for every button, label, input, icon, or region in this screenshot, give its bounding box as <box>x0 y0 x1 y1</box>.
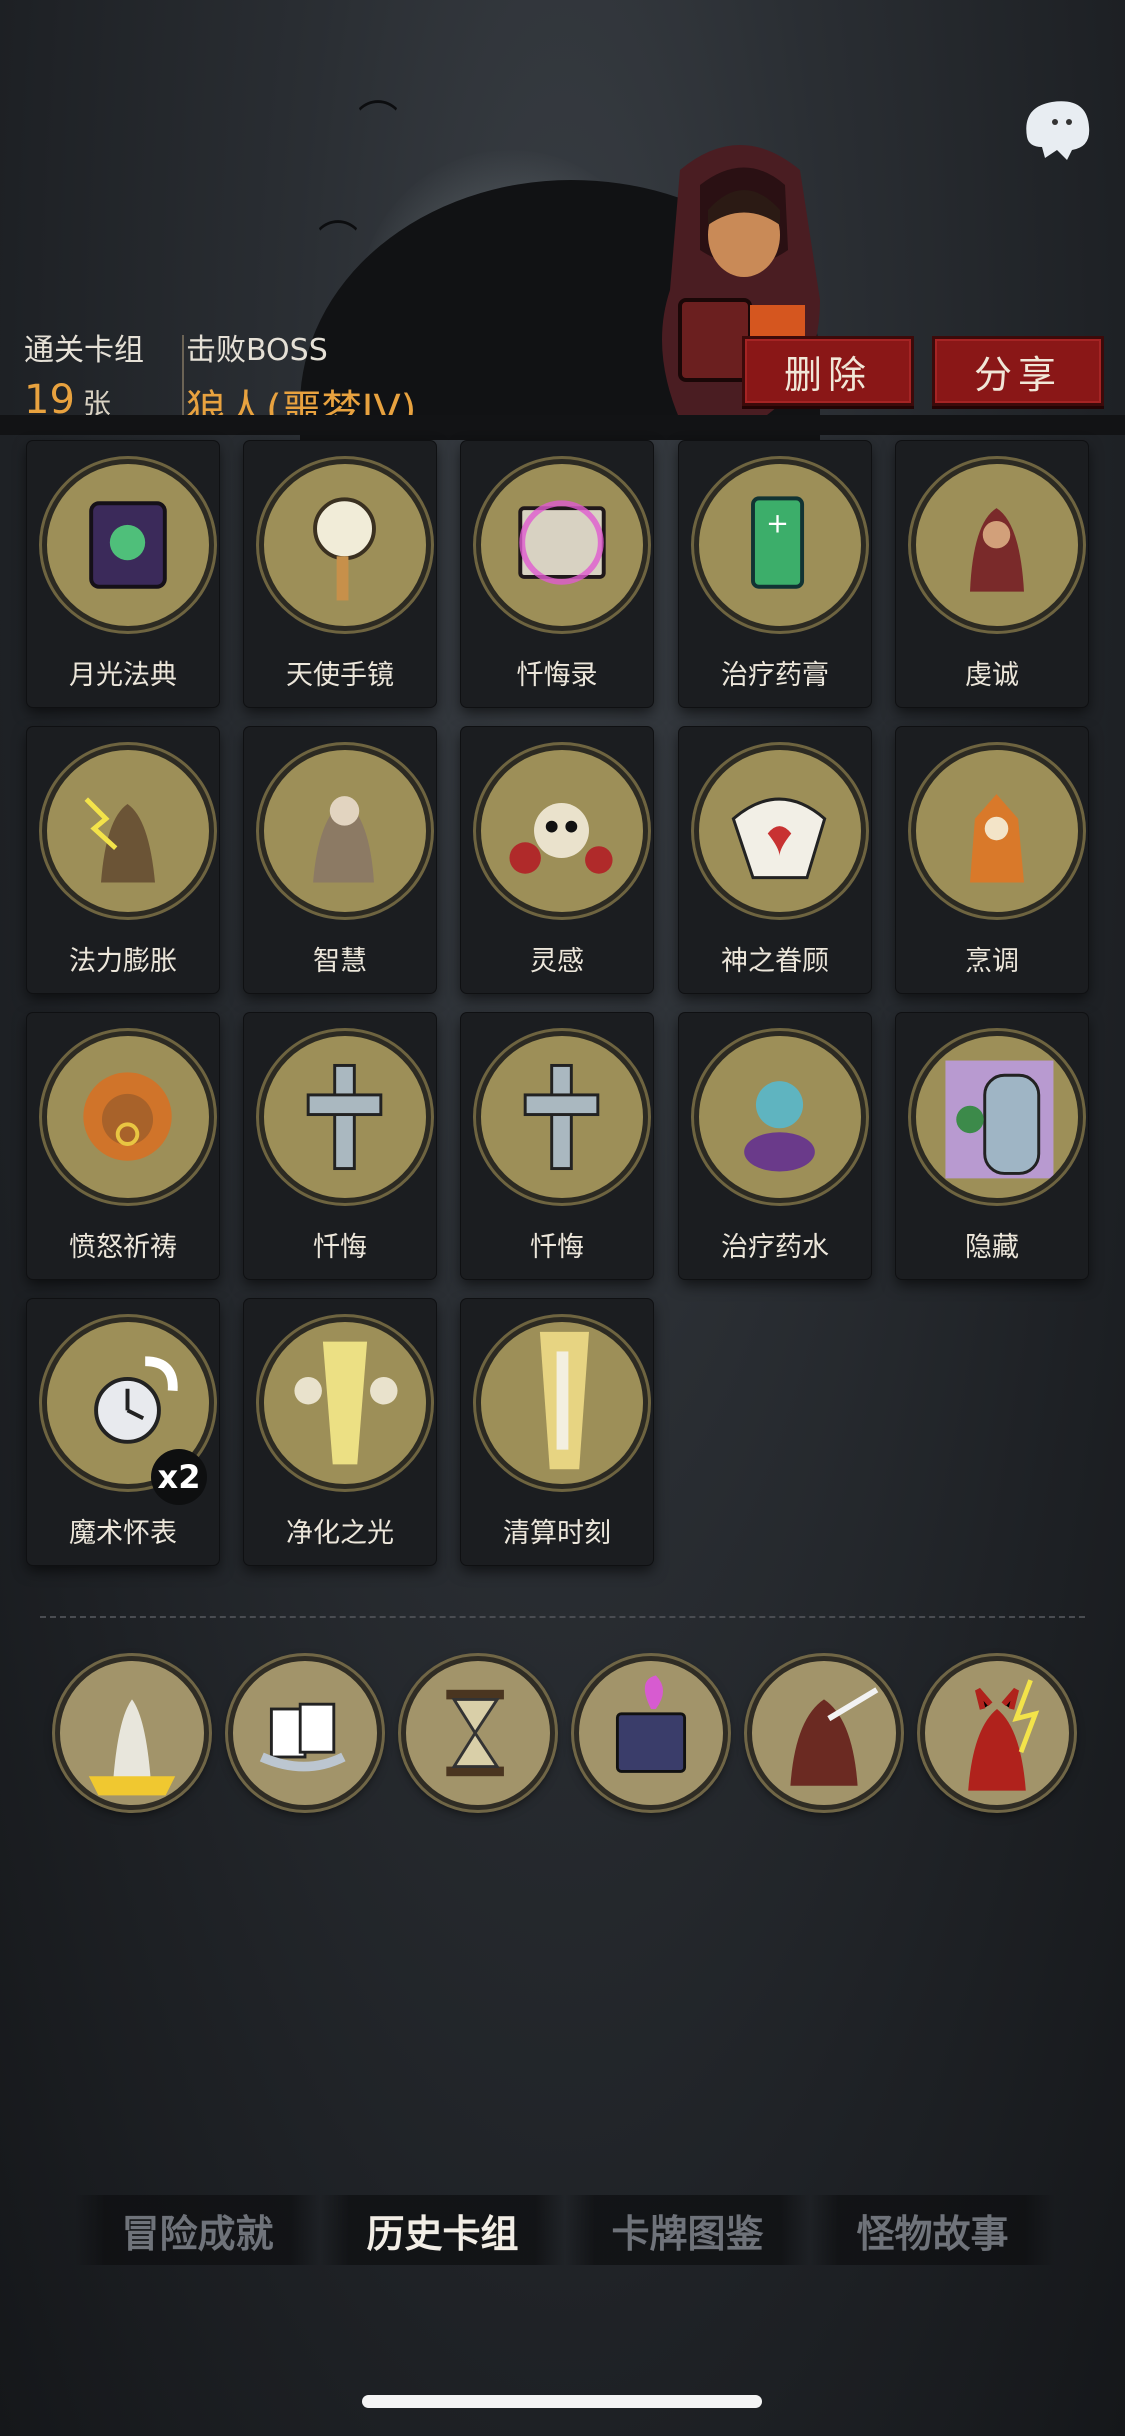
bottom-tab-bar: 冒险成就 历史卡组 卡牌图鉴 怪物故事 <box>75 2195 1055 2265</box>
inspiration-icon <box>476 745 648 917</box>
cooking-icon <box>911 745 1083 917</box>
repentance-cross-icon <box>476 1031 648 1203</box>
deck-card[interactable]: 智慧 <box>244 727 436 993</box>
hooded-warrior-relic-icon[interactable] <box>747 1656 901 1810</box>
playing-cards-relic-icon[interactable] <box>228 1656 382 1810</box>
section-divider <box>40 1616 1085 1618</box>
wisdom-icon <box>259 745 431 917</box>
card-name: 月光法典 <box>69 660 177 691</box>
card-name: 天使手镜 <box>286 660 394 691</box>
healing-ointment-icon: + <box>694 459 866 631</box>
card-name: 魔术怀表 <box>69 1518 177 1549</box>
card-name: 清算时刻 <box>503 1518 611 1549</box>
deck-card[interactable]: 清算时刻 <box>461 1299 653 1565</box>
card-name: 愤怒祈祷 <box>69 1232 177 1263</box>
healing-potion-icon <box>694 1031 866 1203</box>
card-name: 忏悔 <box>530 1232 584 1263</box>
piety-icon <box>911 459 1083 631</box>
mana-surge-icon <box>42 745 214 917</box>
deck-card[interactable]: + 治疗药膏 <box>679 441 871 707</box>
angel-hand-mirror-icon <box>259 459 431 631</box>
repentance-cross-icon <box>259 1031 431 1203</box>
deck-card[interactable]: 治疗药水 <box>679 1013 871 1279</box>
deck-card[interactable]: 天使手镜 <box>244 441 436 707</box>
card-name: 治疗药水 <box>721 1232 829 1263</box>
cleared-deck-label: 通关卡组 <box>24 333 144 368</box>
deck-card[interactable]: 忏悔 <box>461 1013 653 1279</box>
card-name: 虔诚 <box>965 660 1019 691</box>
deck-card[interactable]: 灵感 <box>461 727 653 993</box>
deck-card[interactable]: 法力膨胀 <box>27 727 219 993</box>
delete-button[interactable]: 删除 <box>742 336 914 406</box>
card-count-badge: x2 <box>151 1449 207 1505</box>
ghost-icon[interactable] <box>1017 92 1097 162</box>
deck-card[interactable]: 烹调 <box>896 727 1088 993</box>
bat-icon: ⌒ <box>318 218 358 264</box>
deck-card[interactable]: 净化之光 <box>244 1299 436 1565</box>
deck-card[interactable]: x2 魔术怀表 <box>27 1299 219 1565</box>
divine-favor-icon <box>694 745 866 917</box>
card-name: 法力膨胀 <box>69 946 177 977</box>
cursed-tome-relic-icon[interactable] <box>574 1656 728 1810</box>
deck-card[interactable]: 月光法典 <box>27 441 219 707</box>
deck-card[interactable]: 隐藏 <box>896 1013 1088 1279</box>
red-demon-relic-icon[interactable] <box>920 1656 1074 1810</box>
hide-icon <box>911 1031 1083 1203</box>
angel-statue-relic-icon[interactable] <box>55 1656 209 1810</box>
tab-monster-stories[interactable]: 怪物故事 <box>810 2195 1055 2265</box>
card-name: 忏悔 <box>313 1232 367 1263</box>
relic-row <box>55 1656 1075 1810</box>
deck-card[interactable]: 忏悔录 <box>461 441 653 707</box>
card-name: 烹调 <box>965 946 1019 977</box>
card-name: 智慧 <box>313 946 367 977</box>
home-indicator[interactable] <box>362 2395 762 2408</box>
card-name: 忏悔录 <box>516 660 598 691</box>
reckoning-sword-icon <box>476 1317 648 1489</box>
deck-card[interactable]: 神之眷顾 <box>679 727 871 993</box>
card-name: 治疗药膏 <box>721 660 829 691</box>
defeated-boss-label: 击败BOSS <box>186 333 328 368</box>
card-name: 净化之光 <box>286 1518 394 1549</box>
tab-card-codex[interactable]: 卡牌图鉴 <box>565 2195 810 2265</box>
svg-text:+: + <box>766 508 789 540</box>
hourglass-relic-icon[interactable] <box>401 1656 555 1810</box>
card-name: 灵感 <box>530 946 584 977</box>
card-name: 神之眷顾 <box>721 946 829 977</box>
book-of-confessions-icon <box>476 459 648 631</box>
tab-history-deck[interactable]: 历史卡组 <box>320 2195 565 2265</box>
purifying-light-icon <box>259 1317 431 1489</box>
deck-card[interactable]: 忏悔 <box>244 1013 436 1279</box>
tab-achievements[interactable]: 冒险成就 <box>75 2195 320 2265</box>
cleared-deck-stat: 通关卡组 19 张 <box>24 325 144 423</box>
header-divider <box>0 415 1125 435</box>
deck-card[interactable]: 愤怒祈祷 <box>27 1013 219 1279</box>
bat-icon: ⌒ <box>358 98 398 144</box>
wrathful-prayer-icon <box>42 1031 214 1203</box>
share-button[interactable]: 分享 <box>932 336 1104 406</box>
card-name: 隐藏 <box>965 1232 1019 1263</box>
moonlight-codex-icon <box>42 459 214 631</box>
deck-card[interactable]: 虔诚 <box>896 441 1088 707</box>
stats-divider <box>182 335 184 425</box>
